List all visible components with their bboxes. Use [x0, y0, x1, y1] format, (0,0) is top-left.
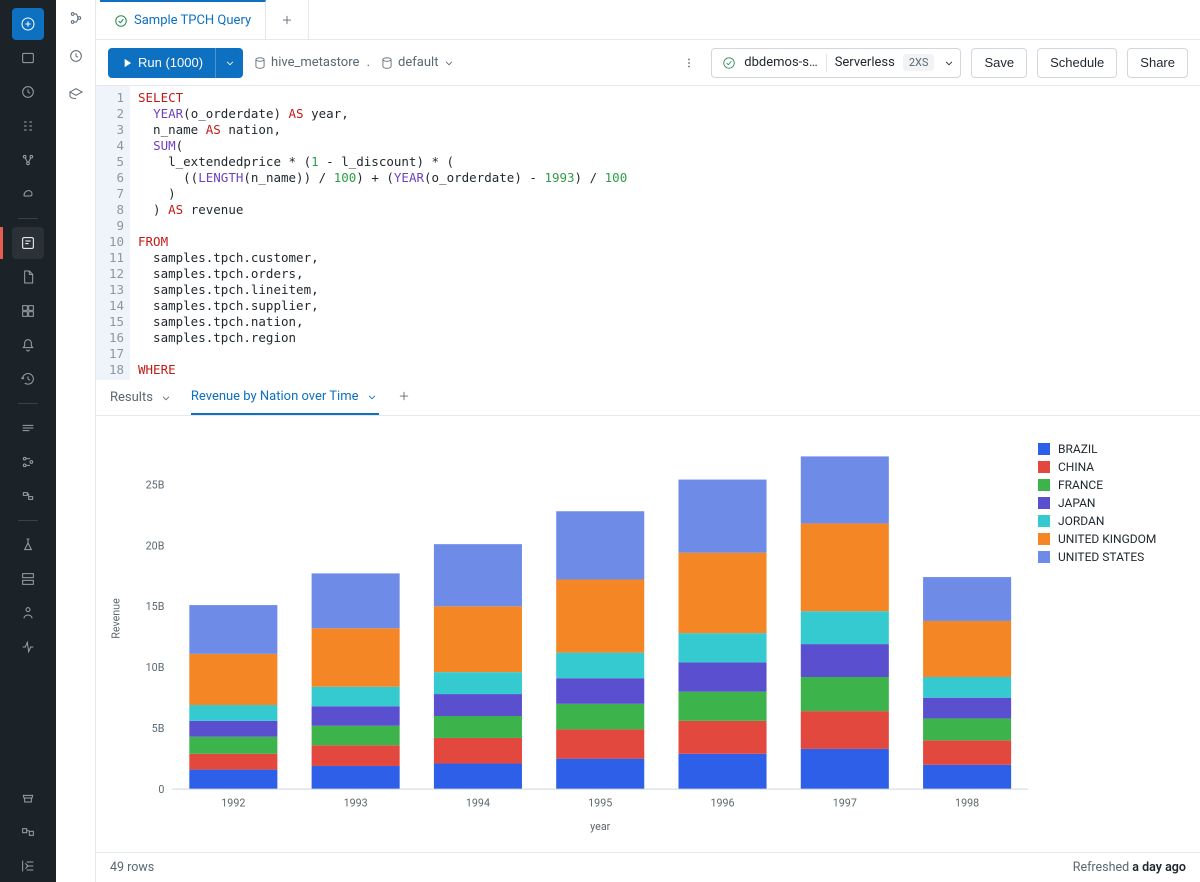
svg-text:0: 0	[158, 783, 164, 796]
workspace-icon[interactable]	[12, 42, 44, 74]
row-count: 49 rows	[110, 860, 154, 875]
editor-tabs: Sample TPCH Query	[96, 0, 1200, 40]
delta-icon[interactable]	[12, 446, 44, 478]
line-gutter: 123456789101112131415161718	[96, 86, 130, 380]
legend-swatch	[1038, 479, 1050, 491]
legend-item[interactable]: JORDAN	[1038, 512, 1188, 530]
legend-item[interactable]: JAPAN	[1038, 494, 1188, 512]
svg-text:15B: 15B	[146, 600, 165, 613]
chart-panel: 0 5B 10B 15B 20B 25B Revenue 1992 1993 1994 1995 19…	[96, 416, 1200, 852]
chevron-down-icon	[365, 390, 379, 404]
queries-icon[interactable]	[12, 261, 44, 293]
share-button[interactable]: Share	[1127, 48, 1188, 78]
svg-text:1993: 1993	[344, 797, 368, 810]
sql-editor[interactable]: 123456789101112131415161718 SELECT YEAR(…	[96, 86, 1200, 380]
past-runs-icon[interactable]	[68, 48, 84, 68]
dashboards-icon[interactable]	[12, 295, 44, 327]
legend-item[interactable]: BRAZIL	[1038, 440, 1188, 458]
legend-label: FRANCE	[1058, 478, 1103, 492]
svg-text:1996: 1996	[710, 797, 734, 810]
marketplace-icon[interactable]	[12, 782, 44, 814]
chart-legend: BRAZIL CHINA FRANCE JAPAN JORDAN UNITED KINGD…	[1038, 432, 1188, 844]
legend-item[interactable]: UNITED STATES	[1038, 548, 1188, 566]
result-tabs: Results Revenue by Nation over Time	[96, 380, 1200, 416]
models-icon[interactable]	[12, 597, 44, 629]
svg-text:10B: 10B	[146, 661, 165, 674]
menu-collapse-icon[interactable]	[12, 850, 44, 882]
serving-icon[interactable]	[12, 631, 44, 663]
recents-icon[interactable]	[12, 76, 44, 108]
legend-label: BRAZIL	[1058, 442, 1098, 456]
learn-icon[interactable]	[68, 86, 84, 106]
chevron-down-icon	[942, 56, 956, 70]
legend-label: CHINA	[1058, 460, 1094, 474]
features-icon[interactable]	[12, 563, 44, 595]
legend-swatch	[1038, 551, 1050, 563]
svg-text:25B: 25B	[146, 478, 165, 491]
schema-selector[interactable]: default	[380, 55, 456, 70]
chevron-down-icon	[159, 391, 173, 405]
svg-text:1997: 1997	[833, 797, 857, 810]
legend-label: UNITED KINGDOM	[1058, 532, 1156, 546]
refreshed-label: Refreshed a day ago	[1073, 860, 1186, 875]
save-button[interactable]: Save	[971, 48, 1027, 78]
code-body[interactable]: SELECT YEAR(o_orderdate) AS year, n_name…	[130, 86, 635, 380]
legend-item[interactable]: FRANCE	[1038, 476, 1188, 494]
chevron-down-icon	[442, 56, 456, 70]
legend-item[interactable]: CHINA	[1038, 458, 1188, 476]
compute-icon[interactable]	[12, 178, 44, 210]
history-icon[interactable]	[12, 363, 44, 395]
pipeline-icon[interactable]	[12, 480, 44, 512]
legend-swatch	[1038, 497, 1050, 509]
legend-label: UNITED STATES	[1058, 550, 1144, 564]
workflows-icon[interactable]	[12, 144, 44, 176]
data-icon[interactable]	[12, 110, 44, 142]
run-button[interactable]: Run (1000)	[108, 48, 215, 78]
svg-text:1994: 1994	[466, 797, 490, 810]
result-footer: 49 rows Refreshed a day ago	[96, 852, 1200, 882]
run-label: Run (1000)	[138, 55, 203, 70]
svg-text:1995: 1995	[588, 797, 612, 810]
schedule-button[interactable]: Schedule	[1037, 48, 1117, 78]
schema-browser-icon[interactable]	[68, 10, 84, 30]
check-circle-icon	[722, 56, 736, 70]
partner-icon[interactable]	[12, 816, 44, 848]
add-visualization-button[interactable]	[397, 389, 411, 407]
more-menu[interactable]	[677, 48, 701, 78]
revenue-chart: 0 5B 10B 15B 20B 25B Revenue 1992 1993 1994 1995 19…	[102, 432, 1038, 844]
legend-item[interactable]: UNITED KINGDOM	[1038, 530, 1188, 548]
svg-text:year: year	[590, 820, 611, 833]
ingestion-icon[interactable]	[12, 412, 44, 444]
legend-label: JORDAN	[1058, 514, 1104, 528]
svg-text:1998: 1998	[955, 797, 979, 810]
check-circle-icon	[114, 14, 128, 28]
alerts-icon[interactable]	[12, 329, 44, 361]
svg-text:20B: 20B	[146, 539, 165, 552]
legend-swatch	[1038, 533, 1050, 545]
tab-results[interactable]: Results	[110, 380, 173, 415]
cluster-selector[interactable]: dbdemos-s… Serverless 2XS	[711, 48, 961, 78]
svg-text:1992: 1992	[221, 797, 245, 810]
tab-visualization[interactable]: Revenue by Nation over Time	[191, 380, 379, 415]
sql-editor-icon[interactable]	[12, 227, 44, 259]
new-button[interactable]	[12, 8, 44, 40]
svg-text:Revenue: Revenue	[110, 598, 123, 639]
tab-title: Sample TPCH Query	[134, 13, 251, 28]
legend-swatch	[1038, 443, 1050, 455]
tab-add-button[interactable]	[266, 0, 309, 39]
legend-swatch	[1038, 515, 1050, 527]
query-toolbar: Run (1000) hive_metastore . default	[96, 40, 1200, 86]
run-dropdown[interactable]	[215, 48, 243, 78]
legend-swatch	[1038, 461, 1050, 473]
tab-sample-query[interactable]: Sample TPCH Query	[100, 0, 266, 39]
editor-side-strip	[56, 0, 96, 882]
experiments-icon[interactable]	[12, 529, 44, 561]
svg-text:5B: 5B	[152, 722, 165, 735]
legend-label: JAPAN	[1058, 496, 1095, 510]
catalog-selector[interactable]: hive_metastore .	[253, 55, 370, 70]
nav-rail	[0, 0, 56, 882]
